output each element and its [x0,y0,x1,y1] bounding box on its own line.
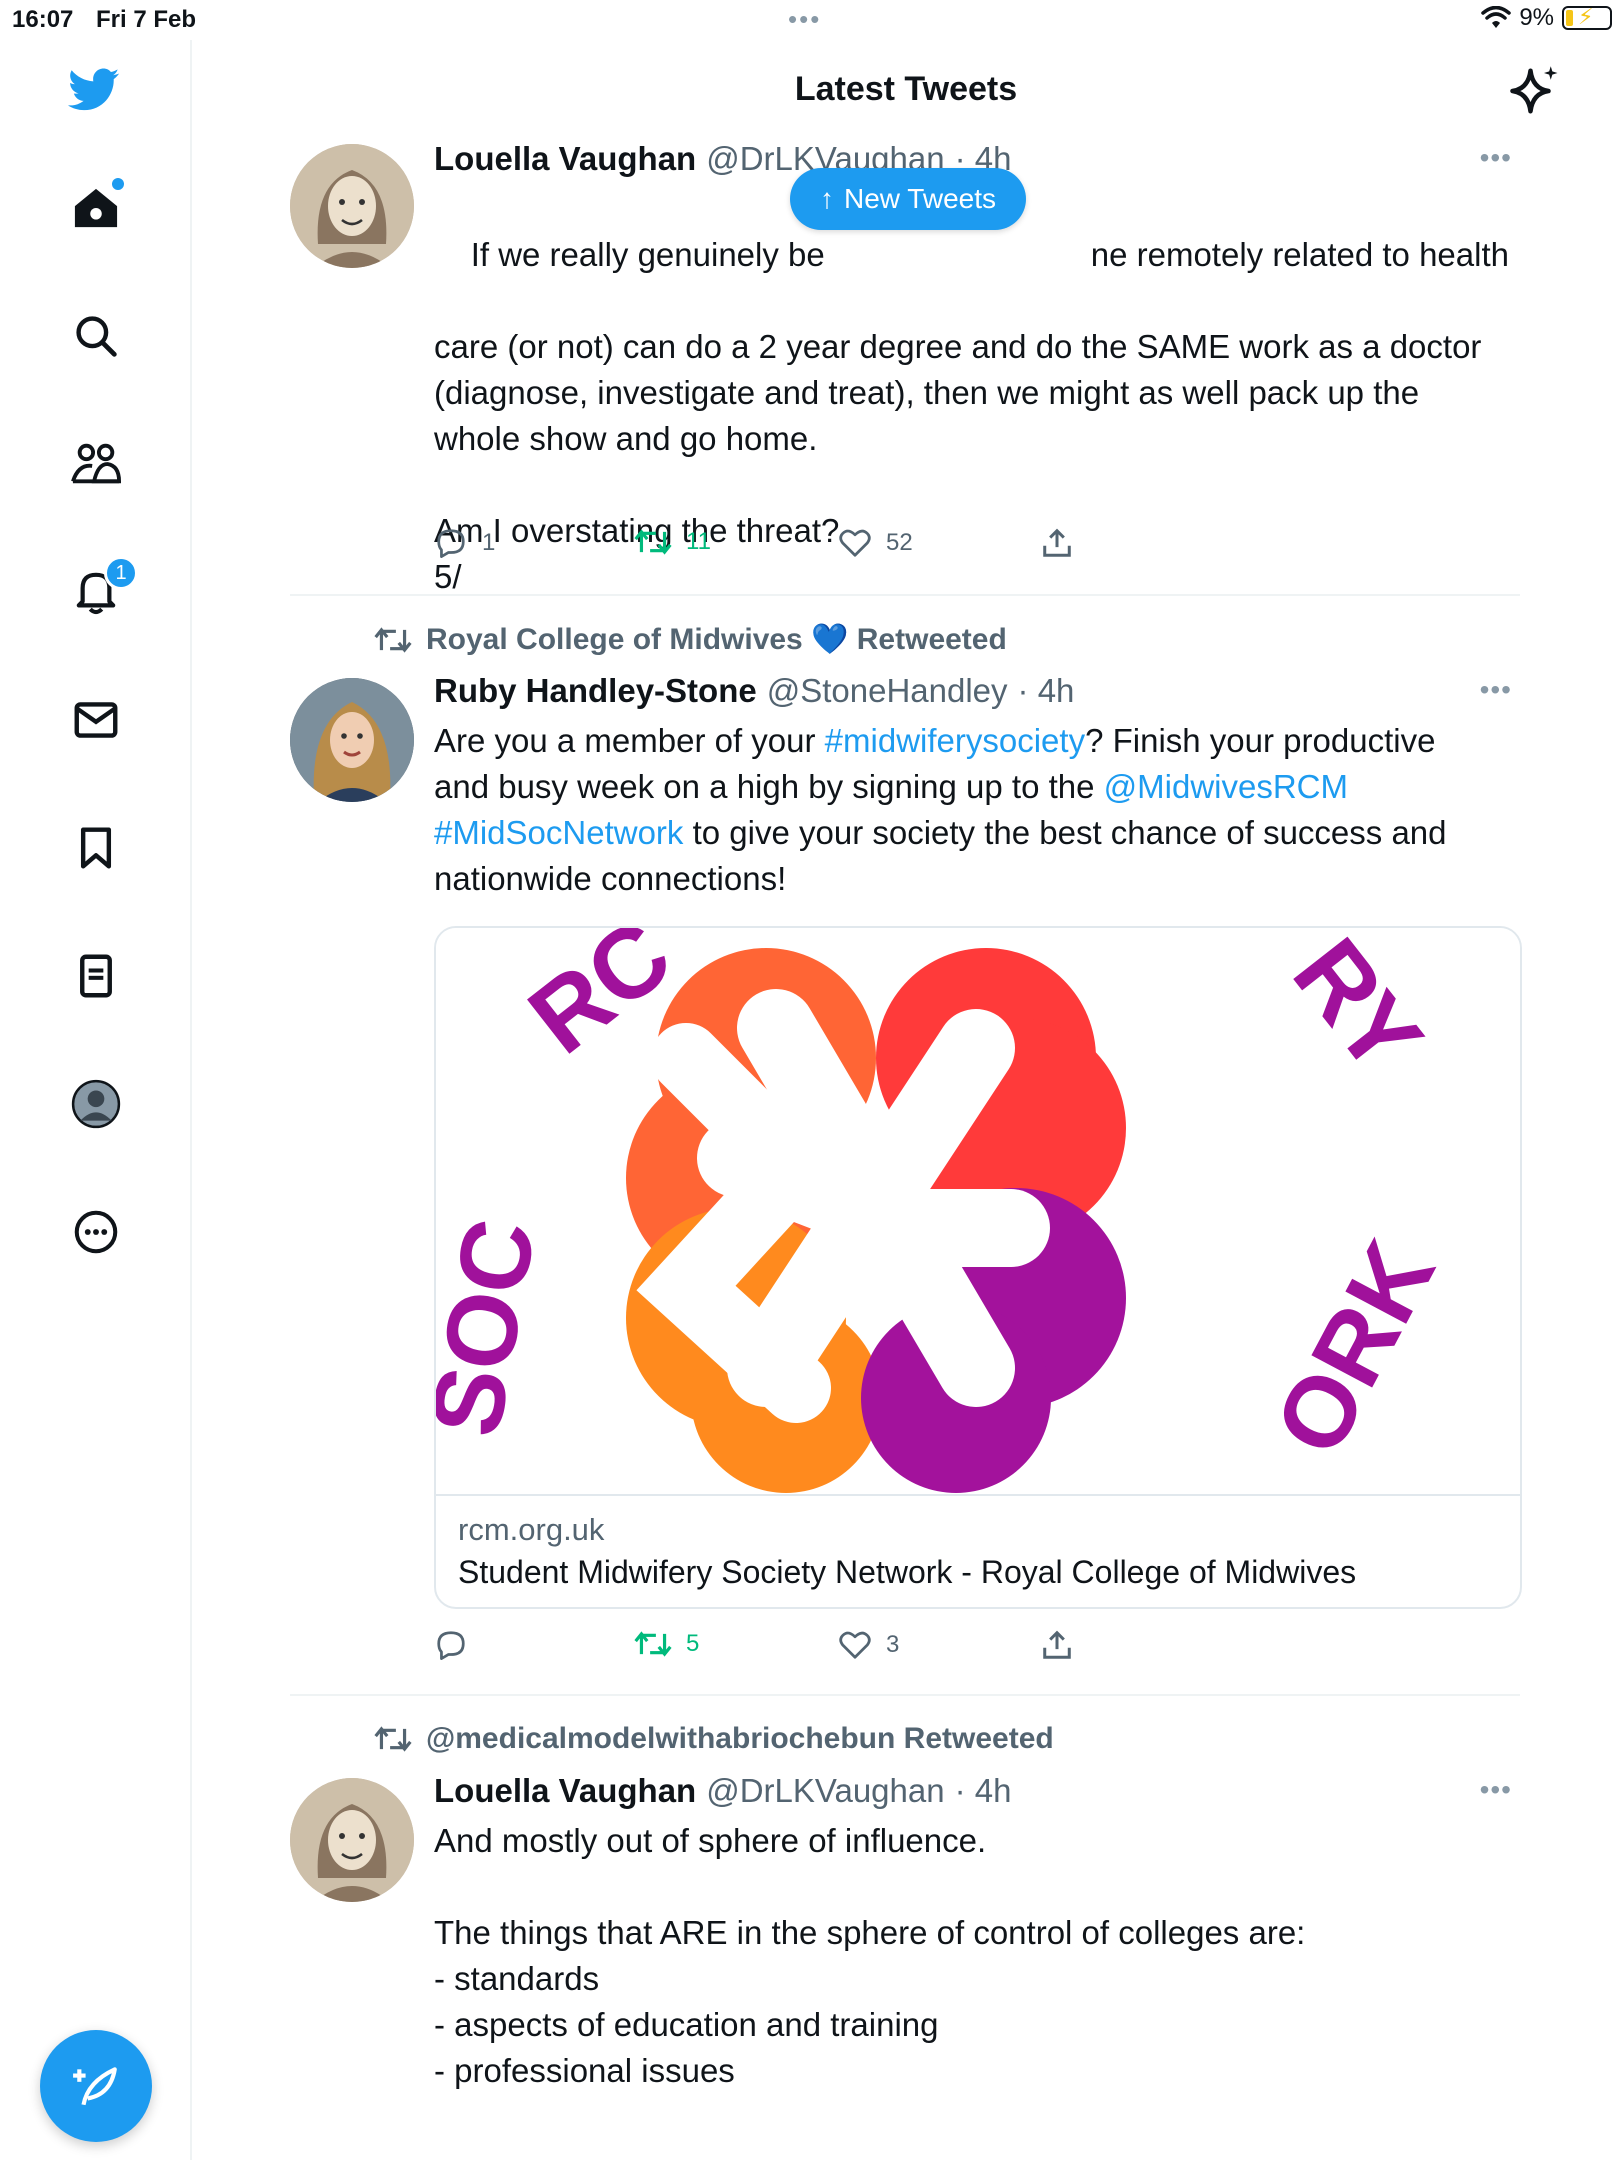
compose-tweet-button[interactable] [40,2030,152,2142]
tweet-text-part: If we really genuinely be [470,236,825,273]
avatar[interactable] [290,678,414,802]
reply-button[interactable] [434,1630,482,1660]
link-card-title: Student Midwifery Society Network - Roya… [458,1554,1357,1590]
reply-count: 1 [482,529,496,556]
retweet-button[interactable]: 5 [634,1630,699,1658]
reply-button[interactable]: 1 [434,528,495,558]
page-title: Latest Tweets [794,70,1018,108]
twitter-bird-icon[interactable] [68,64,120,116]
search-icon [76,316,117,357]
card-image-text: RY [1272,928,1444,1094]
tweet-text: Are you a member of your #midwiferysocie… [434,718,1514,902]
retweet-icon [374,1726,412,1752]
nav-lists[interactable] [70,950,122,1002]
battery-icon: ⚡ [1562,4,1612,30]
author-name[interactable]: Louella Vaughan [434,1772,696,1810]
tweet-more-icon[interactable]: ••• [1480,674,1512,706]
tweet-more-icon[interactable]: ••• [1480,142,1512,174]
tweet-text: And mostly out of sphere of influence. T… [434,1822,1306,2089]
new-tweets-button[interactable]: ↑ New Tweets [790,168,1026,230]
retweet-context[interactable]: @medicalmodelwithabriochebun Retweeted [374,1722,1054,1756]
more-icon [74,1210,118,1254]
avatar[interactable] [290,1778,414,1902]
retweet-context[interactable]: Royal College of Midwives 💙 Retweeted [374,622,1007,657]
home-new-dot [112,178,124,190]
retweet-icon [634,1631,672,1657]
hashtag-link[interactable]: #midwiferysociety [825,722,1085,759]
retweet-icon [634,529,672,555]
like-button[interactable]: 3 [838,1630,899,1660]
nav-notifications[interactable]: 1 [70,556,138,618]
status-date: Fri 7 Feb [96,6,197,33]
communities-icon [71,443,121,484]
tweet[interactable]: @medicalmodelwithabriochebun Retweeted L… [290,1720,1520,2160]
retweeted-by: @medicalmodelwithabriochebun Retweeted [426,1722,1054,1755]
reply-icon [437,1631,465,1660]
card-image-text: ORK [1253,1224,1456,1473]
retweet-count: 11 [686,528,711,555]
nav-communities[interactable] [70,438,122,490]
notifications-badge: 1 [104,556,138,590]
tweet-actions: 5 3 [434,1630,1134,1670]
nav-bookmarks[interactable] [70,822,122,874]
like-count: 3 [886,1631,900,1658]
retweet-icon [374,626,412,653]
tweet-more-icon[interactable]: ••• [1480,1774,1512,1806]
link-card[interactable]: RC RY SOC ORK rcm.org.uk Student Midwife… [434,926,1522,1609]
retweet-button[interactable]: 11 [634,528,711,556]
like-button[interactable]: 52 [838,528,913,558]
tweet-text-part: Are you a member of your [434,722,825,759]
avatar[interactable] [290,144,414,268]
hashtag-link[interactable]: #MidSocNetwork [434,814,683,851]
sidebar: 1 [0,40,192,2160]
author-name[interactable]: Ruby Handley-Stone [434,672,757,710]
wifi-icon [1481,6,1512,28]
home-icon [74,188,118,228]
like-count: 52 [886,529,913,556]
arrow-up-icon: ↑ [820,183,834,214]
reply-icon [437,529,465,558]
sparkle-icon[interactable] [1508,64,1562,118]
status-bar: 16:07 Fri 7 Feb ••• 9% ⚡ [0,0,1620,40]
link-card-image: RC RY SOC ORK [436,928,1520,1496]
lists-icon [80,954,112,998]
messages-icon [74,702,118,738]
share-icon [1043,528,1071,557]
like-icon [839,529,871,557]
tweet-text: If we really genuinely be ne remotely rel… [434,186,1514,646]
author-handle[interactable]: @StoneHandley [767,672,1008,710]
author-name[interactable]: Louella Vaughan [434,140,696,178]
nav-messages[interactable] [70,694,122,746]
share-icon [1043,1630,1071,1659]
tweet-actions: 1 11 52 [434,528,1134,568]
nav-home[interactable] [70,178,124,234]
tweet-divider [290,594,1520,596]
tweet-divider [290,1694,1520,1696]
profile-icon [71,1079,121,1129]
link-card-domain: rcm.org.uk [458,1512,605,1547]
new-tweets-label: New Tweets [844,183,996,214]
like-icon [839,1631,871,1659]
bookmarks-icon [80,827,112,869]
status-time: 16:07 [12,6,74,33]
battery-percent: 9% [1519,4,1554,31]
nav-profile[interactable] [70,1078,122,1130]
share-button[interactable] [1042,528,1072,558]
nav-more[interactable] [70,1206,122,1258]
timeline-header: Latest Tweets [192,40,1620,140]
tweet[interactable]: Royal College of Midwives 💙 Retweeted Ru… [290,620,1522,1690]
tweet-text-part: ne remotely related to health [1090,236,1509,273]
compose-icon [73,2067,117,2106]
retweet-count: 5 [686,1630,700,1657]
tweet-time[interactable]: · 4h [1018,672,1075,710]
retweeted-by: Royal College of Midwives 💙 Retweeted [426,623,1007,656]
card-image-text: SOC [436,1211,557,1444]
author-handle[interactable]: @DrLKVaughan [706,1772,944,1810]
multitasking-dots-icon[interactable]: ••• [788,4,821,35]
tweet-time[interactable]: · 4h [955,1772,1012,1810]
nav-explore[interactable] [70,310,122,362]
mention-link[interactable]: @MidwivesRCM [1104,768,1348,805]
share-button[interactable] [1042,1630,1072,1660]
